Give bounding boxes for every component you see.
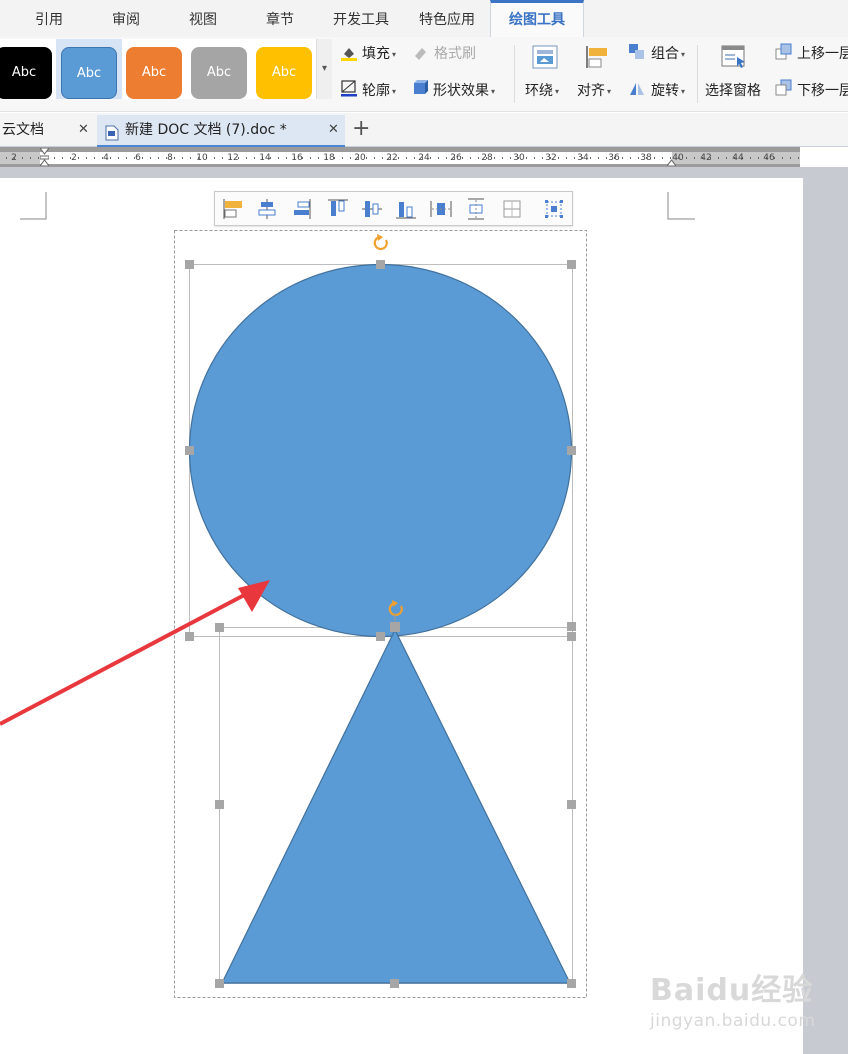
resize-handle[interactable]: [185, 632, 194, 641]
resize-handle[interactable]: [567, 632, 576, 641]
red-arrow-annotation: [0, 580, 270, 726]
baidu-watermark: Baidu经验 jingyan.baidu.com: [650, 965, 815, 1031]
resize-handle[interactable]: [567, 260, 576, 269]
resize-handle[interactable]: [215, 800, 224, 809]
resize-handle[interactable]: [567, 622, 576, 631]
watermark-brand: Baidu经验: [650, 973, 814, 1008]
resize-handle[interactable]: [567, 446, 576, 455]
resize-handle[interactable]: [376, 260, 385, 269]
watermark-url: jingyan.baidu.com: [650, 1011, 816, 1031]
resize-handle[interactable]: [185, 446, 194, 455]
drawing-canvas: [0, 230, 587, 998]
resize-handle[interactable]: [376, 632, 385, 641]
rotate-handle-circle[interactable]: [373, 234, 388, 251]
resize-handle[interactable]: [215, 623, 224, 632]
resize-handle[interactable]: [567, 979, 576, 988]
resize-handle[interactable]: [215, 979, 224, 988]
circle-shape[interactable]: [188, 263, 573, 638]
resize-handle[interactable]: [390, 622, 400, 632]
resize-handle[interactable]: [390, 979, 399, 988]
triangle-shape[interactable]: [221, 628, 571, 984]
resize-handle[interactable]: [185, 260, 194, 269]
resize-handle[interactable]: [567, 800, 576, 809]
